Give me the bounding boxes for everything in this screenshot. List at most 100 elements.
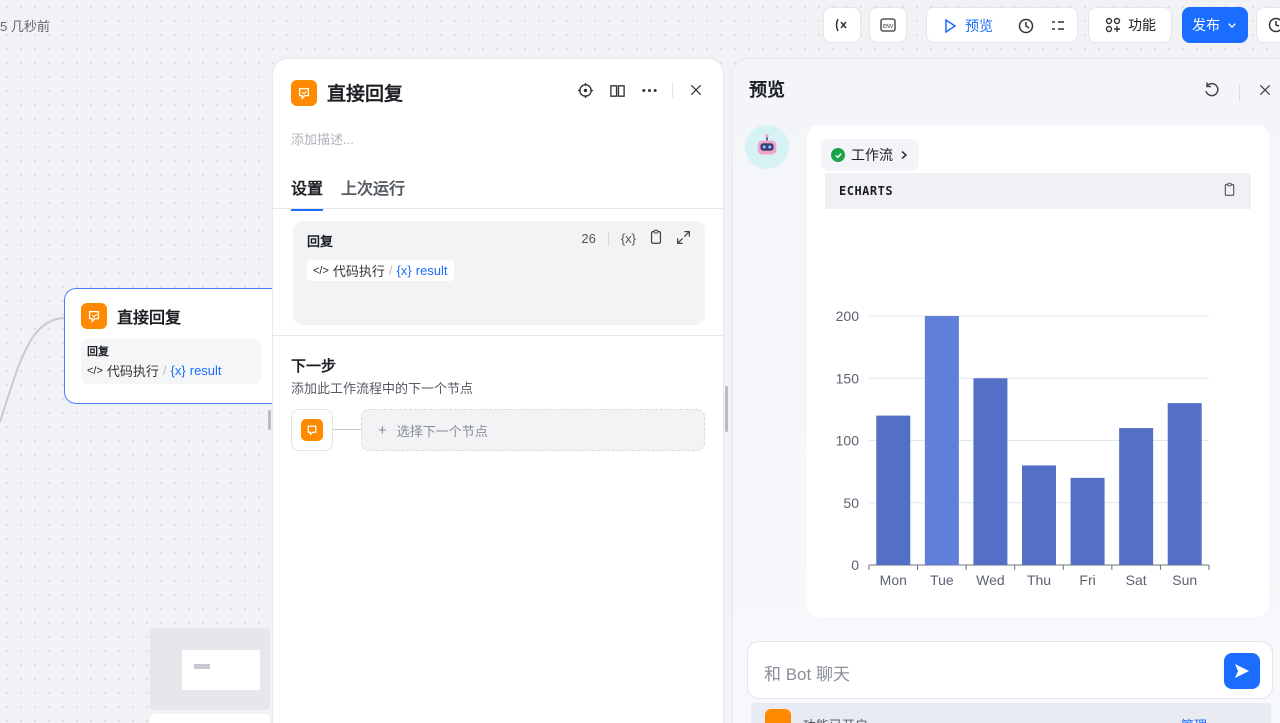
- panel-toolbar: [576, 81, 705, 99]
- bot-message: 工作流 ECHARTS 0 50 100 150 200 Mon Tue Wed Thu Fri S…: [807, 125, 1269, 617]
- reply-node-icon: [301, 419, 323, 441]
- chevron-right-icon: [899, 147, 909, 163]
- reset-icon[interactable]: [1203, 81, 1221, 104]
- bar-sun: [1167, 403, 1202, 565]
- next-step-title: 下一步: [291, 358, 337, 375]
- tab-last-run[interactable]: 上次运行: [341, 175, 405, 211]
- panel-title: 直接回复: [327, 84, 404, 105]
- code-icon: </>: [87, 364, 103, 377]
- chart-svg: 0 50 100 150 200 Mon Tue Wed Thu Fri Sat Sun: [836, 308, 1210, 588]
- y-tick-label: 100: [836, 433, 860, 449]
- plus-icon: +: [378, 421, 387, 439]
- preview-title: 预览: [749, 80, 785, 100]
- node-reply-field: 回复 </> 代码执行 / {x} result: [81, 339, 261, 384]
- select-next-node-button[interactable]: + 选择下一个节点: [361, 409, 705, 451]
- send-button[interactable]: [1224, 653, 1260, 689]
- trace-button[interactable]: [1011, 8, 1041, 44]
- expand-icon[interactable]: [676, 230, 691, 248]
- y-tick-label: 200: [836, 308, 860, 324]
- reply-editor[interactable]: 回复 26 {x} </> 代码执行 / {x} result: [293, 221, 705, 325]
- reply-node-icon: [291, 79, 317, 106]
- send-icon: [1235, 664, 1249, 678]
- x-tick-label: Mon: [880, 572, 907, 588]
- code-language: ECHARTS: [839, 184, 894, 198]
- preview-panel: 预览 工作流 ECHARTS 0 50 100 150 200 Mon Tue Wed Thu F…: [732, 58, 1280, 723]
- chevron-down-icon: [1228, 23, 1236, 28]
- close-icon[interactable]: [687, 81, 705, 99]
- code-icon: </>: [313, 264, 329, 277]
- locate-icon[interactable]: [576, 81, 594, 99]
- history-button[interactable]: [1256, 7, 1280, 43]
- y-tick-label: 50: [843, 495, 859, 511]
- feature-bar: 功能已开启 管理: [751, 703, 1271, 723]
- chat-input[interactable]: 和 Bot 聊天: [747, 641, 1273, 699]
- env-icon: ENV: [880, 18, 896, 32]
- reply-variable-ref[interactable]: </> 代码执行 / {x} result: [307, 260, 454, 281]
- feature-icon: [765, 709, 791, 723]
- workflow-status[interactable]: 工作流: [821, 139, 919, 171]
- more-icon[interactable]: [640, 81, 658, 99]
- feature-status: 功能已开启: [803, 715, 868, 723]
- bot-avatar: [745, 125, 789, 169]
- x-tick-label: Wed: [976, 572, 1005, 588]
- run-group: 预览: [926, 7, 1078, 43]
- panel-resize-handle[interactable]: [725, 386, 728, 432]
- x-tick-label: Tue: [930, 572, 954, 588]
- bar-mon: [876, 415, 911, 565]
- docs-book-icon[interactable]: [608, 81, 626, 99]
- features-icon: [1105, 17, 1121, 33]
- minimap-footer: [150, 714, 270, 723]
- node-settings-panel: 直接回复 添加描述... 设置 上次运行 回复 26 {x} </> 代码执行 …: [272, 58, 724, 723]
- x-tick-label: Sat: [1126, 572, 1147, 588]
- x-tick-label: Sun: [1172, 572, 1197, 588]
- node-variable-ref: </> 代码执行 / {x} result: [87, 363, 222, 379]
- publish-button[interactable]: 发布: [1182, 7, 1248, 43]
- checklist-button[interactable]: [1043, 8, 1073, 44]
- bar-tue: [924, 316, 959, 565]
- description-input[interactable]: 添加描述...: [291, 129, 354, 148]
- copy-icon[interactable]: [648, 229, 664, 248]
- bar-chart: 0 50 100 150 200 Mon Tue Wed Thu Fri Sat Sun: [807, 209, 1269, 609]
- reply-toolbar: 26 {x}: [581, 229, 691, 248]
- connection-edge: [0, 317, 65, 423]
- variable-clear-button[interactable]: [823, 7, 861, 43]
- checklist-icon: [1052, 21, 1064, 30]
- node-field-label: 回复: [87, 346, 109, 358]
- bar-wed: [973, 378, 1008, 565]
- bar-sat: [1119, 428, 1154, 565]
- y-tick-label: 0: [851, 557, 859, 573]
- x-tick-label: Thu: [1027, 572, 1051, 588]
- panel-tabs: 设置 上次运行: [291, 175, 405, 211]
- variable-icon: {x}: [170, 363, 186, 378]
- svg-text:ENV: ENV: [883, 24, 894, 30]
- variable-icon: {x}: [396, 263, 412, 278]
- current-node-chip: [291, 409, 333, 451]
- next-step-desc: 添加此工作流程中的下一个节点: [291, 381, 474, 396]
- history-icon: [1268, 17, 1280, 33]
- bar-thu: [1022, 465, 1056, 565]
- y-tick-label: 150: [836, 370, 860, 386]
- variable-x-icon: [835, 18, 847, 32]
- bar-fri: [1070, 477, 1105, 565]
- node-resize-handle[interactable]: [268, 410, 271, 430]
- insert-variable-icon[interactable]: {x}: [621, 231, 636, 246]
- clock-check-icon: [1018, 18, 1034, 34]
- manage-link[interactable]: 管理: [1181, 715, 1207, 723]
- char-count: 26: [581, 231, 596, 246]
- play-icon: [945, 18, 957, 34]
- node-title: 直接回复: [117, 310, 182, 327]
- top-toolbar: ENV 预览 功能 发布: [0, 7, 1280, 43]
- close-icon[interactable]: [1258, 83, 1272, 102]
- env-button[interactable]: ENV: [869, 7, 907, 43]
- minimap[interactable]: [150, 628, 270, 710]
- reply-node-icon: [81, 303, 107, 329]
- canvas-node-direct-reply[interactable]: 直接回复 回复 </> 代码执行 / {x} result: [64, 288, 304, 404]
- check-icon: [831, 148, 845, 162]
- preview-button[interactable]: 预览: [931, 8, 1003, 44]
- chat-placeholder: 和 Bot 聊天: [764, 665, 850, 684]
- x-tick-label: Fri: [1079, 572, 1095, 588]
- features-button[interactable]: 功能: [1088, 7, 1172, 43]
- copy-icon[interactable]: [1222, 182, 1237, 200]
- code-block-header: ECHARTS: [825, 173, 1251, 209]
- tab-settings[interactable]: 设置: [291, 175, 324, 211]
